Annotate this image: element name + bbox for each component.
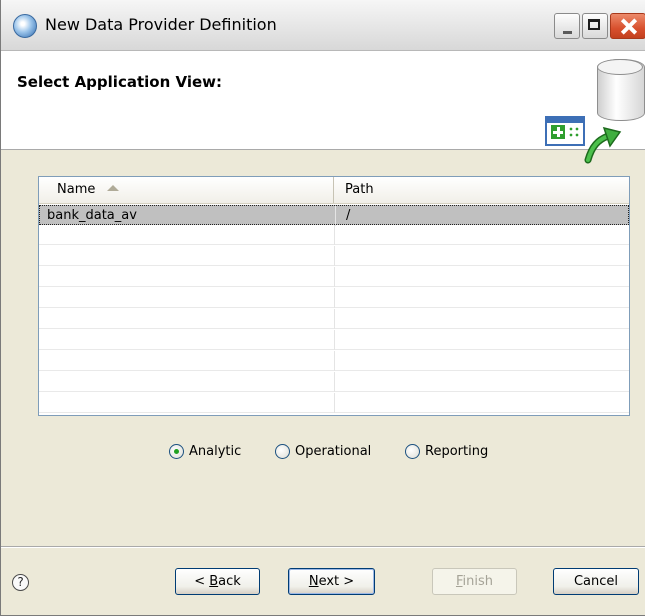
window-title: New Data Provider Definition [45, 15, 277, 34]
application-view-table[interactable]: Name Path bank_data_av / [38, 176, 630, 416]
empty-row [39, 351, 629, 371]
radio-operational-label: Operational [295, 444, 372, 459]
cancel-button[interactable]: Cancel [553, 568, 639, 595]
page-title: Select Application View: [17, 73, 222, 91]
wizard-banner: Select Application View: [1, 51, 645, 164]
arrow-icon [584, 126, 622, 164]
button-bar-separator [1, 546, 645, 548]
empty-row [39, 330, 629, 350]
database-icon [589, 59, 645, 131]
radio-unchecked-icon [275, 444, 290, 459]
globe-icon [13, 14, 37, 38]
column-header-path-label: Path [345, 182, 374, 197]
column-header-path[interactable]: Path [335, 177, 629, 203]
dialog-window: New Data Provider Definition Select Appl… [0, 0, 645, 616]
back-label-rest: ack [218, 574, 241, 589]
empty-row [39, 246, 629, 266]
column-header-name[interactable]: Name [39, 177, 334, 203]
row-name-cell: bank_data_av [40, 206, 336, 226]
close-button[interactable] [610, 13, 645, 39]
empty-row [39, 393, 629, 413]
back-label-prefix: < [194, 574, 210, 589]
next-mnemonic: N [308, 574, 319, 589]
radio-analytic-label: Analytic [189, 444, 242, 459]
minimize-button[interactable] [554, 13, 580, 39]
finish-button: Finish [432, 568, 517, 595]
back-mnemonic: B [209, 574, 219, 589]
radio-checked-icon [169, 444, 184, 459]
row-path-cell: / [346, 208, 351, 223]
table-row[interactable]: bank_data_av / [39, 205, 629, 226]
sort-ascending-icon [107, 185, 120, 191]
title-bar[interactable]: New Data Provider Definition [1, 0, 645, 51]
empty-row [39, 309, 629, 329]
finish-label-rest: inish [462, 574, 494, 589]
empty-row [39, 288, 629, 308]
empty-row [39, 267, 629, 287]
radio-unchecked-icon [405, 444, 420, 459]
wizard-window-icon [545, 116, 585, 146]
empty-row [39, 372, 629, 392]
back-button[interactable]: < Back [175, 568, 260, 595]
radio-reporting-label: Reporting [425, 444, 489, 459]
maximize-button[interactable] [582, 13, 608, 39]
column-header-name-label: Name [57, 182, 96, 197]
next-label-rest: ext > [318, 574, 355, 589]
table-header: Name Path [39, 177, 629, 204]
help-icon[interactable]: ? [12, 574, 29, 591]
next-button[interactable]: Next > [288, 568, 375, 595]
empty-row [39, 225, 629, 245]
